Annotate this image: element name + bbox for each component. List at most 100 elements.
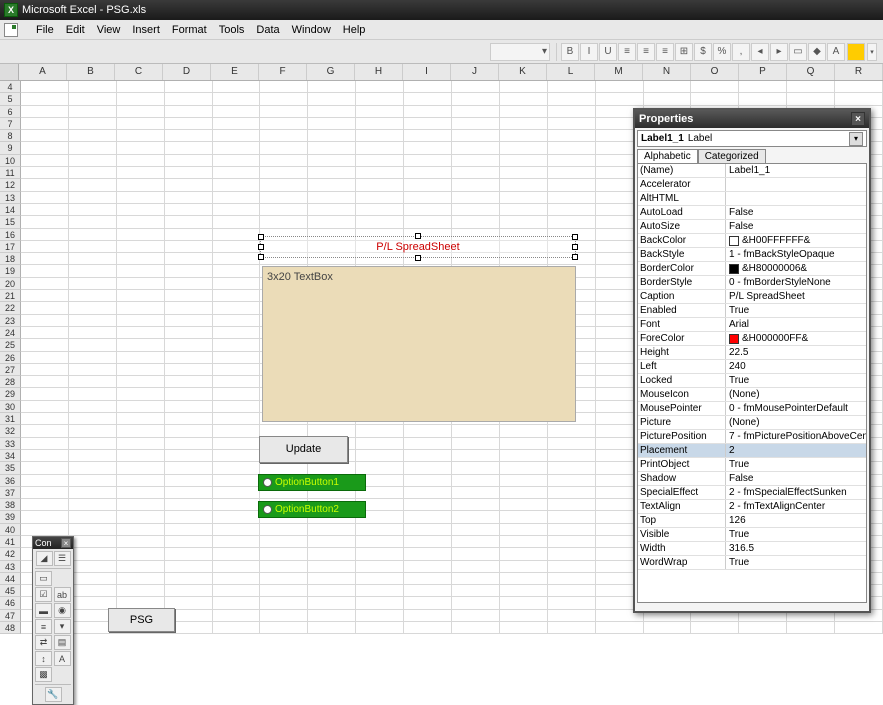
resize-handle[interactable] bbox=[572, 254, 578, 260]
property-row[interactable]: Width316.5 bbox=[638, 542, 866, 556]
row-header[interactable]: 27 bbox=[0, 364, 21, 376]
row-header[interactable]: 48 bbox=[0, 622, 21, 634]
property-row[interactable]: FontArial bbox=[638, 318, 866, 332]
property-row[interactable]: BorderStyle0 - fmBorderStyleNone bbox=[638, 276, 866, 290]
toolbar-button[interactable]: , bbox=[732, 43, 750, 61]
property-row[interactable]: AutoLoadFalse bbox=[638, 206, 866, 220]
row-header[interactable]: 11 bbox=[0, 167, 21, 179]
property-value[interactable]: 240 bbox=[726, 360, 866, 373]
property-value[interactable]: Arial bbox=[726, 318, 866, 331]
column-header-M[interactable]: M bbox=[595, 64, 643, 80]
close-icon[interactable]: × bbox=[851, 112, 865, 126]
property-value[interactable] bbox=[726, 192, 866, 205]
row-header[interactable]: 42 bbox=[0, 548, 21, 560]
properties-titlebar[interactable]: Properties × bbox=[635, 110, 869, 128]
property-row[interactable]: Left240 bbox=[638, 360, 866, 374]
toolbar-button[interactable]: $ bbox=[694, 43, 712, 61]
resize-handle[interactable] bbox=[572, 244, 578, 250]
row-header[interactable]: 18 bbox=[0, 253, 21, 265]
property-row[interactable]: MouseIcon(None) bbox=[638, 388, 866, 402]
row-header[interactable]: 26 bbox=[0, 352, 21, 364]
property-row[interactable]: Placement2 bbox=[638, 444, 866, 458]
row-header[interactable]: 16 bbox=[0, 229, 21, 241]
menu-data[interactable]: Data bbox=[250, 22, 285, 38]
row-header[interactable]: 17 bbox=[0, 241, 21, 253]
property-value[interactable]: Label1_1 bbox=[726, 164, 866, 177]
cell-row[interactable] bbox=[21, 93, 883, 105]
property-row[interactable]: Accelerator bbox=[638, 178, 866, 192]
menu-format[interactable]: Format bbox=[166, 22, 213, 38]
design-mode-button[interactable]: ◢ bbox=[36, 551, 53, 566]
property-row[interactable]: ShadowFalse bbox=[638, 472, 866, 486]
property-row[interactable]: BackColor&H00FFFFFF& bbox=[638, 234, 866, 248]
select-all-cell[interactable] bbox=[0, 64, 19, 80]
image-tool[interactable]: ▩ bbox=[35, 667, 52, 682]
property-row[interactable]: Top126 bbox=[638, 514, 866, 528]
toolbar-button[interactable]: % bbox=[713, 43, 731, 61]
row-header[interactable]: 22 bbox=[0, 302, 21, 314]
column-header-N[interactable]: N bbox=[643, 64, 691, 80]
row-header[interactable]: 12 bbox=[0, 179, 21, 191]
toolbar-button[interactable]: U bbox=[599, 43, 617, 61]
row-header[interactable]: 39 bbox=[0, 511, 21, 523]
highlight-dropdown[interactable]: ▾ bbox=[867, 43, 877, 61]
resize-handle[interactable] bbox=[258, 254, 264, 260]
row-header[interactable]: 35 bbox=[0, 462, 21, 474]
property-value[interactable]: (None) bbox=[726, 388, 866, 401]
toolbar-button[interactable]: ≡ bbox=[618, 43, 636, 61]
menu-file[interactable]: File bbox=[30, 22, 60, 38]
row-header[interactable]: 44 bbox=[0, 573, 21, 585]
row-header[interactable]: 4 bbox=[0, 81, 21, 93]
column-header-I[interactable]: I bbox=[403, 64, 451, 80]
menu-insert[interactable]: Insert bbox=[126, 22, 166, 38]
option-button-tool[interactable]: ◉ bbox=[54, 603, 71, 618]
toolbar-button[interactable]: ⊞ bbox=[675, 43, 693, 61]
listbox-tool[interactable]: ≡ bbox=[35, 619, 52, 634]
scrollbar-tool[interactable]: ↕ bbox=[35, 651, 52, 666]
menu-window[interactable]: Window bbox=[286, 22, 337, 38]
column-header-K[interactable]: K bbox=[499, 64, 547, 80]
property-value[interactable]: 1 - fmBackStyleOpaque bbox=[726, 248, 866, 261]
toolbar-button[interactable]: ◆ bbox=[808, 43, 826, 61]
property-value[interactable]: 0 - fmBorderStyleNone bbox=[726, 276, 866, 289]
combobox-tool[interactable]: ▾ bbox=[54, 619, 71, 634]
property-value[interactable]: False bbox=[726, 220, 866, 233]
resize-handle[interactable] bbox=[572, 234, 578, 240]
column-header-P[interactable]: P bbox=[739, 64, 787, 80]
properties-window[interactable]: Properties × Label1_1 Label ▾ Alphabetic… bbox=[633, 108, 871, 613]
textbox-tool[interactable]: ab bbox=[54, 587, 71, 602]
property-row[interactable]: EnabledTrue bbox=[638, 304, 866, 318]
property-row[interactable]: BorderColor&H80000006& bbox=[638, 262, 866, 276]
property-row[interactable]: Height22.5 bbox=[638, 346, 866, 360]
property-value[interactable]: 2 bbox=[726, 444, 866, 457]
object-selector[interactable]: Label1_1 Label ▾ bbox=[637, 130, 867, 147]
resize-handle[interactable] bbox=[258, 244, 264, 250]
row-header[interactable]: 45 bbox=[0, 585, 21, 597]
row-header[interactable]: 34 bbox=[0, 450, 21, 462]
command-button-tool[interactable]: ▬ bbox=[35, 603, 52, 618]
property-row[interactable]: MousePointer0 - fmMousePointerDefault bbox=[638, 402, 866, 416]
property-value[interactable]: False bbox=[726, 206, 866, 219]
property-row[interactable]: PicturePosition7 - fmPicturePositionAbov… bbox=[638, 430, 866, 444]
row-header[interactable]: 38 bbox=[0, 499, 21, 511]
label-control-selected[interactable]: P/L SpreadSheet bbox=[260, 236, 576, 258]
tab-alphabetic[interactable]: Alphabetic bbox=[637, 149, 698, 163]
toolbar-button[interactable]: I bbox=[580, 43, 598, 61]
menu-edit[interactable]: Edit bbox=[60, 22, 91, 38]
row-header[interactable]: 32 bbox=[0, 425, 21, 437]
tab-categorized[interactable]: Categorized bbox=[698, 149, 766, 163]
property-row[interactable]: Picture(None) bbox=[638, 416, 866, 430]
column-header-O[interactable]: O bbox=[691, 64, 739, 80]
column-header-B[interactable]: B bbox=[67, 64, 115, 80]
row-header[interactable]: 23 bbox=[0, 315, 21, 327]
column-header-R[interactable]: R bbox=[835, 64, 883, 80]
row-header[interactable]: 30 bbox=[0, 401, 21, 413]
close-icon[interactable]: × bbox=[61, 538, 71, 548]
column-header-D[interactable]: D bbox=[163, 64, 211, 80]
property-row[interactable]: PrintObjectTrue bbox=[638, 458, 866, 472]
toolbar-button[interactable]: ▭ bbox=[789, 43, 807, 61]
more-controls-button[interactable]: 🔧 bbox=[45, 687, 62, 702]
property-value[interactable]: False bbox=[726, 472, 866, 485]
checkbox-tool[interactable]: ☑ bbox=[35, 587, 52, 602]
property-value[interactable]: &H00FFFFFF& bbox=[726, 234, 866, 247]
